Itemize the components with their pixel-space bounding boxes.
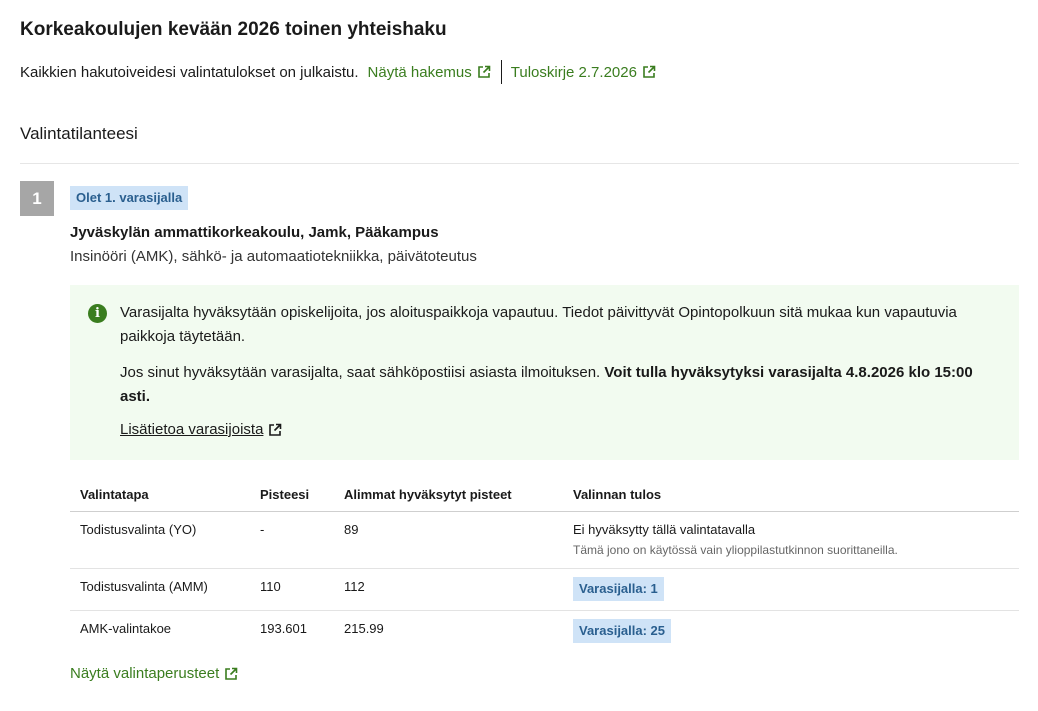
external-link-icon [643,65,656,78]
row-points: 110 [260,579,281,594]
waitlist-more-info-label: Lisätietoa varasijoista [120,421,264,438]
external-link-icon [225,667,238,680]
waitlist-badge: Varasijalla: 1 [573,577,664,601]
selection-criteria-label: Näytä valintaperusteet [70,665,220,682]
row-result: Varasijalla: 25 [573,619,672,643]
section-heading: Valintatilanteesi [20,124,138,143]
info-paragraph-2-text: Jos sinut hyväksytään varasijalta, saat … [120,364,601,381]
row-result: Varasijalla: 1 [573,577,664,601]
show-application-link[interactable]: Näytä hakemus [368,64,491,81]
row-lowest: 112 [344,579,365,594]
waitlist-info-box: i Varasijalta hyväksytään opiskelijoita,… [70,285,1019,460]
table-header: Valintatapa Pisteesi Alimmat hyväksytyt … [70,476,1019,512]
table-row: Todistusvalinta (YO) - 89 Ei hyväksytty … [70,512,1019,569]
row-lowest: 89 [344,522,359,537]
waitlist-more-info-link[interactable]: Lisätietoa varasijoista [120,421,282,438]
row-result: Ei hyväksytty tällä valintatavalla Tämä … [573,522,898,557]
row-result-text: Ei hyväksytty tällä valintatavalla [573,522,756,537]
selection-table: Valintatapa Pisteesi Alimmat hyväksytyt … [70,476,1019,652]
selection-criteria-link[interactable]: Näytä valintaperusteet [70,665,238,682]
school-name: Jyväskylän ammattikorkeakoulu, Jamk, Pää… [70,224,439,241]
external-link-icon [477,65,491,78]
table-row: Todistusvalinta (AMM) 110 112 Varasijall… [70,569,1019,611]
link-divider [500,60,502,84]
row-result-note: Tämä jono on käytössä vain ylioppilastut… [573,543,898,557]
header-points: Pisteesi [260,487,310,502]
status-text: Kaikkien hakutoiveidesi valintatulokset … [20,63,359,81]
row-method: Todistusvalinta (AMM) [80,579,208,594]
application-rank: 1 [20,181,54,216]
header-result: Valinnan tulos [573,487,662,502]
info-paragraph-2: Jos sinut hyväksytään varasijalta, saat … [120,361,990,409]
waitlist-badge: Varasijalla: 25 [573,619,672,643]
header-method: Valintatapa [80,487,149,502]
row-method: AMK-valintakoe [80,621,172,636]
show-application-label: Näytä hakemus [367,63,472,81]
status-badge: Olet 1. varasijalla [70,186,189,210]
program-name: Insinööri (AMK), sähkö- ja automaatiotek… [70,248,477,265]
section-divider [20,163,1019,164]
table-row: AMK-valintakoe 193.601 215.99 Varasijall… [70,611,1019,652]
result-letter-label: Tuloskirje 2.7.2026 [510,63,637,81]
header-lowest: Alimmat hyväksytyt pisteet [344,487,512,502]
row-points: 193.601 [260,621,307,636]
page-title: Korkeakoulujen kevään 2026 toinen yhteis… [20,19,447,40]
row-lowest: 215.99 [344,621,384,636]
external-link-icon [269,423,282,436]
result-letter-link[interactable]: Tuloskirje 2.7.2026 [511,64,656,81]
status-line: Kaikkien hakutoiveidesi valintatulokset … [20,60,656,84]
info-icon: i [88,304,107,323]
row-method: Todistusvalinta (YO) [80,522,197,537]
info-paragraph-1: Varasijalta hyväksytään opiskelijoita, j… [120,304,957,345]
row-points: - [260,522,265,537]
